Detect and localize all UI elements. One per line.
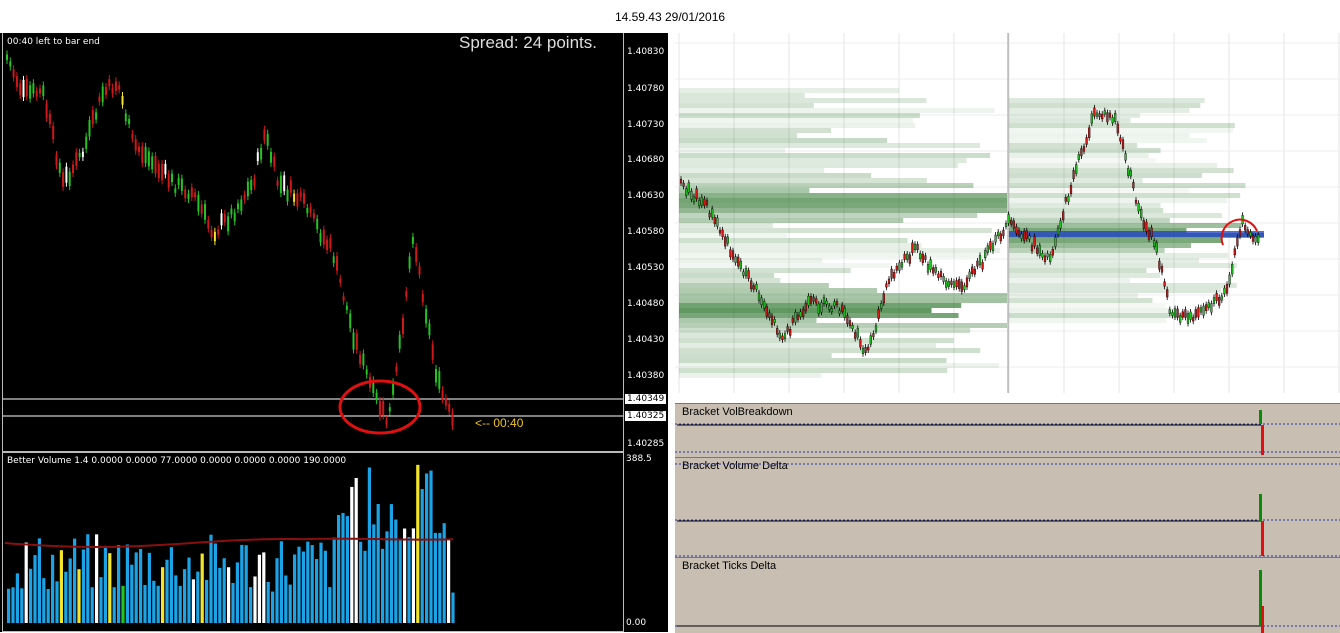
bar-timer: 00:40 left to bar end [7, 37, 100, 47]
y-tick: 1.40630 [627, 191, 665, 201]
y-tick: 1.40580 [627, 227, 665, 237]
ticks-delta-plot [675, 570, 1340, 633]
y-tick: 1.40830 [627, 47, 665, 57]
candlestick-plot [3, 50, 623, 435]
y-tick: 1.40730 [627, 120, 665, 130]
profile-chart[interactable] [675, 33, 1340, 403]
volume-delta-plot [675, 463, 1340, 557]
price-label-bid: 1.40325 [625, 411, 667, 421]
y-tick: 1.40780 [627, 84, 665, 94]
price-chart[interactable]: 00:40 left to bar end Spread: 24 points.… [2, 33, 624, 452]
timestamp: 14.59.43 29/01/2016 [614, 10, 726, 24]
volume-max: 388.5 [626, 454, 652, 464]
y-tick: 1.40480 [627, 299, 665, 309]
window-divider [668, 33, 675, 632]
left-chart-window[interactable]: 00:40 left to bar end Spread: 24 points.… [0, 33, 668, 632]
y-tick: 1.40285 [627, 439, 665, 449]
y-tick: 1.40530 [627, 263, 665, 273]
price-label-line: 1.40349 [625, 394, 667, 404]
volume-delta-panel[interactable]: Bracket Volume Delta [675, 457, 1340, 558]
volume-indicator[interactable]: Better Volume 1.4 0.0000 0.0000 77.0000 … [2, 452, 624, 632]
ticks-delta-panel[interactable]: Bracket Ticks Delta [675, 557, 1340, 633]
spread-label: Spread: 24 points. [459, 33, 597, 52]
price-axis: 1.40830 1.40780 1.40730 1.40680 1.40630 … [624, 33, 668, 451]
y-tick: 1.40680 [627, 155, 665, 165]
volume-bars [4, 464, 455, 623]
volume-min: 0.00 [626, 618, 647, 628]
profile-plot [675, 33, 1340, 393]
vol-breakdown-panel[interactable]: Bracket VolBreakdown [675, 403, 1340, 458]
vol-breakdown-plot [675, 410, 1340, 455]
volume-title: Better Volume 1.4 0.0000 0.0000 77.0000 … [7, 456, 347, 466]
countdown-label: <-- 00:40 [475, 416, 524, 430]
y-tick: 1.40380 [627, 371, 665, 381]
y-tick: 1.40430 [627, 335, 665, 345]
